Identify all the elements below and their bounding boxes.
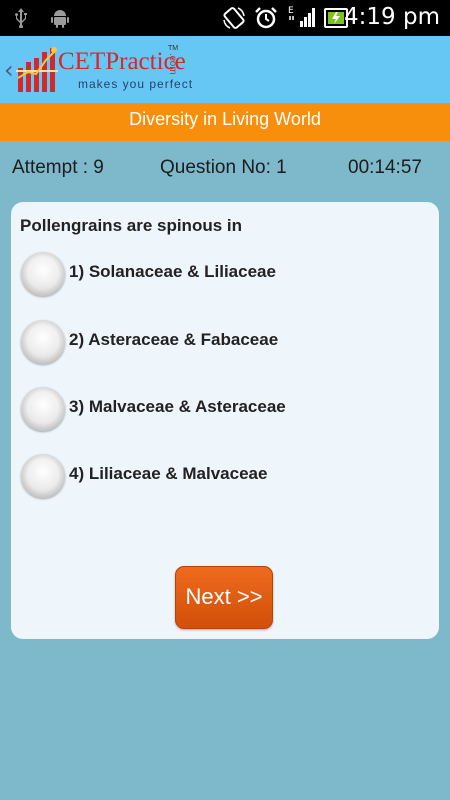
- option-label: 2) Asteraceae & Fabaceae: [69, 330, 279, 349]
- option-label: 4) Liliaceae & Malvaceae: [69, 464, 268, 483]
- option-2[interactable]: 2) Asteraceae & Fabaceae: [21, 320, 421, 364]
- question-text: Pollengrains are spinous in: [20, 216, 242, 235]
- attempt-count: Attempt : 9: [12, 157, 104, 178]
- logo-tagline: makes you perfect: [78, 77, 194, 91]
- topic-title: Diversity in Living World: [0, 103, 450, 141]
- question-number: Question No: 1: [160, 157, 287, 178]
- svg-text:E: E: [288, 6, 294, 16]
- screen-rotate-icon: [222, 6, 246, 34]
- option-4[interactable]: 4) Liliaceae & Malvaceae: [21, 454, 421, 498]
- radio-button[interactable]: [21, 387, 65, 431]
- radio-button[interactable]: [21, 320, 65, 364]
- logo-domain: .com: [167, 53, 178, 75]
- logo-trademark: TM: [168, 45, 179, 52]
- quiz-info-row: Attempt : 9 Question No: 1 00:14:57: [0, 153, 450, 183]
- signal-e-icon: E: [288, 4, 316, 34]
- status-time: 4:19 pm: [344, 4, 440, 30]
- back-chevron-icon[interactable]: ‹: [4, 56, 14, 84]
- next-button[interactable]: Next >>: [175, 566, 273, 629]
- radio-button[interactable]: [21, 252, 65, 296]
- timer: 00:14:57: [348, 157, 422, 178]
- status-bar: E 4:19 pm: [0, 0, 450, 36]
- question-card: Pollengrains are spinous in 1) Solanacea…: [11, 202, 439, 639]
- usb-icon: [14, 8, 28, 32]
- alarm-icon: [254, 6, 278, 34]
- option-label: 3) Malvaceae & Asteraceae: [69, 397, 286, 416]
- option-1[interactable]: 1) Solanaceae & Liliaceae: [21, 252, 421, 296]
- app-header: ‹ CETPractice TM .com makes you perfect: [0, 36, 450, 103]
- android-debug-icon: [50, 8, 70, 32]
- option-3[interactable]: 3) Malvaceae & Asteraceae: [21, 387, 421, 431]
- option-label: 1) Solanaceae & Liliaceae: [69, 262, 276, 281]
- logo-chart-icon: [16, 46, 58, 96]
- radio-button[interactable]: [21, 454, 65, 498]
